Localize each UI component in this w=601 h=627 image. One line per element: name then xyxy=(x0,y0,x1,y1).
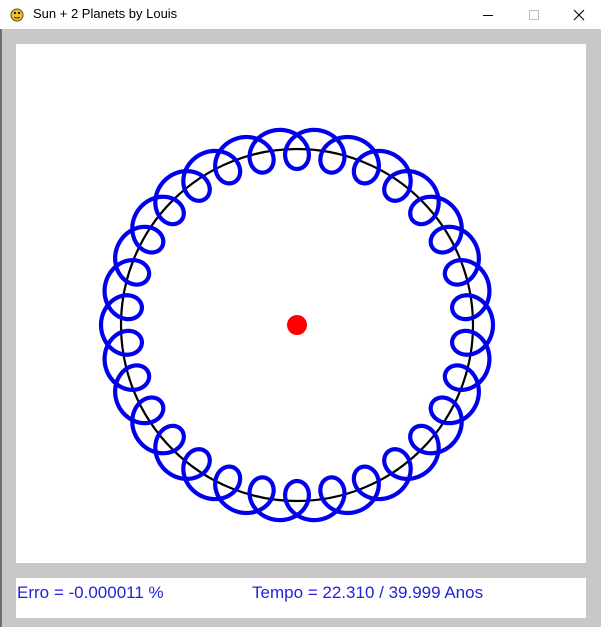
status-bar: Erro = -0.000011 % Tempo = 22.310 / 39.9… xyxy=(16,578,586,618)
simulation-canvas[interactable] xyxy=(16,44,586,563)
error-readout: Erro = -0.000011 % xyxy=(17,583,164,602)
title-bar[interactable]: Sun + 2 Planets by Louis xyxy=(0,0,601,29)
orbit-plot xyxy=(98,127,496,523)
close-icon xyxy=(573,9,585,20)
close-button[interactable] xyxy=(556,0,601,29)
window-title: Sun + 2 Planets by Louis xyxy=(33,6,178,21)
minimize-icon xyxy=(483,14,493,16)
maximize-icon xyxy=(529,9,539,20)
time-readout: Tempo = 22.310 / 39.999 Anos xyxy=(252,583,484,602)
minimize-button[interactable] xyxy=(465,0,511,29)
maximize-button[interactable] xyxy=(511,0,557,29)
pygame-snake-icon xyxy=(10,8,24,22)
sun xyxy=(287,315,307,335)
window-border xyxy=(0,29,2,627)
